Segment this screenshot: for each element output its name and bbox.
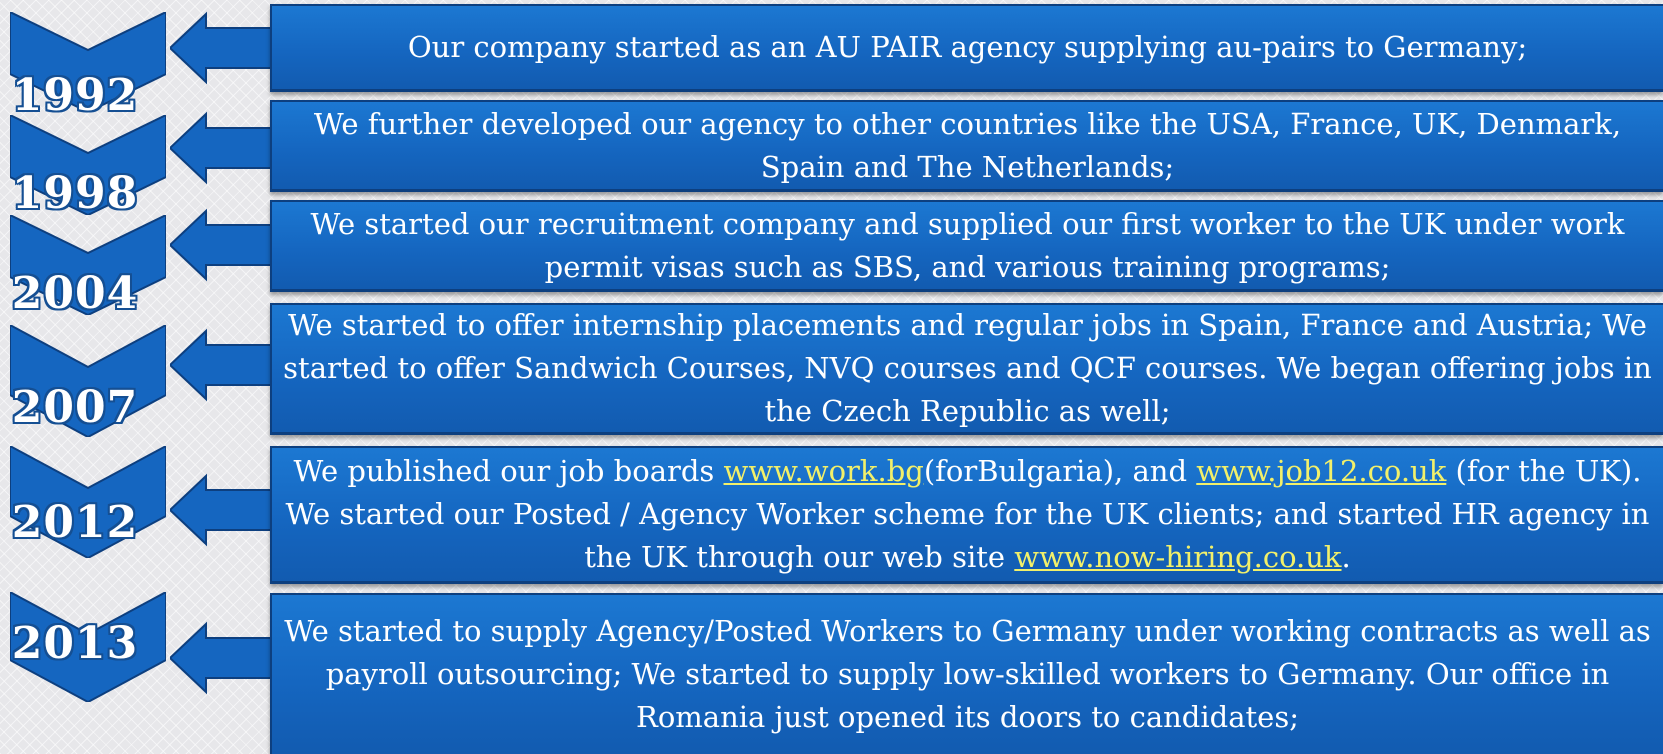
timeline-box-2013: We started to supply Agency/Posted Worke… xyxy=(270,593,1663,754)
text-segment: We published our job boards xyxy=(293,454,724,488)
arrow-left-icon xyxy=(170,205,272,285)
timeline-box-1992: Our company started as an AU PAIR agency… xyxy=(270,4,1663,92)
arrow-left-icon xyxy=(170,8,272,88)
job12-link[interactable]: www.job12.co.uk xyxy=(1196,454,1446,488)
timeline-text: Our company started as an AU PAIR agency… xyxy=(407,30,1528,64)
arrow-left-icon xyxy=(170,470,272,550)
arrow-left-icon xyxy=(170,325,272,405)
now-hiring-link[interactable]: www.now-hiring.co.uk xyxy=(1014,540,1341,574)
year-label: 1998 xyxy=(11,168,139,219)
text-segment: (forBulgaria), and xyxy=(923,454,1197,488)
year-label: 2013 xyxy=(11,618,139,669)
work-bg-link[interactable]: www.work.bg xyxy=(724,454,924,488)
timeline-text: We published our job boards www.work.bg(… xyxy=(272,450,1663,579)
year-label: 2007 xyxy=(11,382,139,433)
timeline-text: We started to supply Agency/Posted Worke… xyxy=(284,614,1651,734)
timeline-box-2012: We published our job boards www.work.bg(… xyxy=(270,446,1663,584)
year-label: 1992 xyxy=(11,70,139,121)
timeline-text: We started our recruitment company and s… xyxy=(310,206,1625,284)
text-segment: . xyxy=(1341,540,1351,574)
year-label: 2004 xyxy=(11,268,139,319)
timeline-box-2007: We started to offer internship placement… xyxy=(270,303,1663,435)
timeline-text: We further developed our agency to other… xyxy=(313,106,1622,184)
timeline-box-1998: We further developed our agency to other… xyxy=(270,100,1663,192)
timeline-box-2004: We started our recruitment company and s… xyxy=(270,200,1663,292)
year-label: 2012 xyxy=(11,497,139,548)
timeline-text: We started to offer internship placement… xyxy=(283,308,1652,428)
arrow-left-icon xyxy=(170,108,272,188)
arrow-left-icon xyxy=(170,618,272,698)
